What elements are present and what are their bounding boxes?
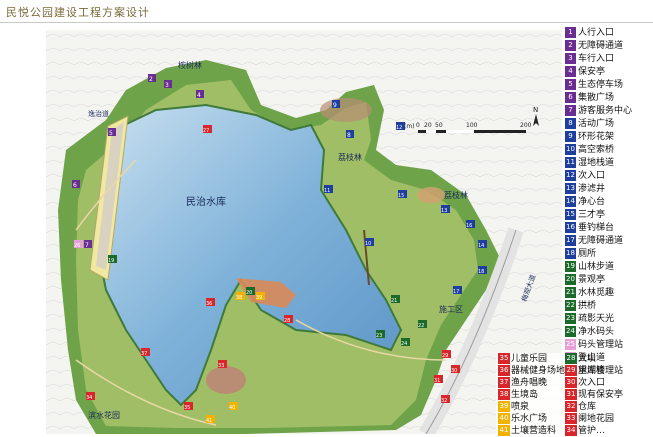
svg-text:30: 30	[451, 368, 457, 374]
marker: 5	[108, 128, 116, 137]
svg-text:(m): (m)	[404, 123, 415, 130]
marker: 38	[236, 292, 245, 301]
svg-text:17: 17	[453, 289, 459, 295]
park-plan-map: 民治水库 桉树林 荔枝林 荔枝林 逸治道 施工区 滨水花园 梅观大道 (m) 0…	[46, 30, 562, 434]
svg-text:38: 38	[236, 295, 242, 301]
svg-text:13: 13	[441, 208, 447, 214]
marker: 21	[391, 295, 400, 304]
marker: 35	[184, 402, 193, 411]
svg-text:100: 100	[466, 122, 478, 129]
svg-text:N: N	[533, 106, 538, 114]
marker: 20	[246, 287, 255, 296]
label-road-1: 逸治道	[88, 109, 109, 118]
marker: 4	[196, 90, 204, 99]
header-divider	[0, 22, 653, 23]
marker: 9	[332, 100, 340, 109]
marker: 18	[478, 266, 487, 275]
svg-text:6: 6	[73, 182, 77, 189]
svg-text:35: 35	[184, 405, 190, 411]
marker: 11	[324, 185, 333, 194]
marker: 27	[203, 125, 212, 134]
marker: 36	[206, 298, 215, 307]
marker: 8	[346, 130, 354, 139]
marker: 19	[108, 255, 117, 264]
marker: 39	[256, 292, 265, 301]
marker: 33	[218, 360, 227, 369]
marker: 30	[451, 365, 460, 374]
marker: 12	[396, 122, 405, 131]
label-construction: 施工区	[439, 304, 463, 314]
svg-text:3: 3	[165, 82, 169, 89]
svg-text:50: 50	[435, 122, 443, 129]
marker: 10	[365, 238, 374, 247]
svg-text:21: 21	[391, 298, 397, 304]
svg-text:11: 11	[324, 188, 330, 194]
svg-text:27: 27	[203, 128, 209, 134]
marker: 22	[418, 320, 427, 329]
svg-text:9: 9	[333, 102, 337, 109]
svg-text:7: 7	[85, 242, 89, 249]
label-garden: 滨水花园	[88, 410, 120, 420]
svg-text:2: 2	[149, 76, 153, 83]
garden-plaza	[206, 366, 246, 394]
svg-text:19: 19	[108, 258, 114, 264]
svg-text:36: 36	[206, 301, 212, 307]
marker: 6	[72, 180, 80, 189]
label-lake: 民治水库	[186, 195, 226, 208]
svg-text:33: 33	[218, 363, 224, 369]
marker: 26	[74, 240, 83, 249]
page-title: 民悦公园建设工程方案设计	[6, 6, 150, 19]
marker: 17	[453, 286, 462, 295]
svg-text:26: 26	[74, 243, 80, 249]
marker: 28	[284, 315, 293, 324]
svg-text:10: 10	[365, 241, 371, 247]
svg-text:12: 12	[396, 125, 402, 131]
marker: 41	[206, 415, 215, 424]
marker: 16	[466, 220, 475, 229]
svg-text:41: 41	[206, 418, 212, 424]
svg-text:0: 0	[416, 122, 420, 129]
marker: 24	[401, 338, 410, 347]
svg-text:28: 28	[284, 318, 290, 324]
marker: 13	[441, 205, 450, 214]
marker: 40	[229, 402, 238, 411]
svg-text:24: 24	[401, 341, 407, 347]
label-grove-2: 荔枝林	[338, 152, 362, 162]
svg-text:31: 31	[434, 378, 440, 384]
label-grove-1: 桉树林	[178, 60, 202, 70]
svg-text:8: 8	[347, 132, 351, 139]
svg-text:15: 15	[398, 193, 404, 199]
svg-text:23: 23	[376, 333, 382, 339]
svg-text:4: 4	[197, 92, 201, 99]
svg-text:29: 29	[442, 353, 448, 359]
marker: 15	[398, 190, 407, 199]
svg-text:37: 37	[141, 351, 147, 357]
svg-text:39: 39	[256, 295, 262, 301]
marker: 14	[478, 240, 487, 249]
svg-text:16: 16	[466, 223, 472, 229]
marker: 31	[434, 375, 443, 384]
svg-text:5: 5	[109, 130, 113, 137]
svg-text:20: 20	[424, 122, 432, 129]
svg-text:34: 34	[86, 395, 92, 401]
svg-text:14: 14	[478, 243, 484, 249]
marker: 7	[84, 240, 92, 249]
svg-text:20: 20	[246, 290, 252, 296]
marker: 32	[441, 395, 450, 404]
svg-text:200: 200	[520, 122, 532, 129]
svg-text:40: 40	[229, 405, 235, 411]
marker: 3	[164, 80, 172, 89]
marker: 23	[376, 330, 385, 339]
marker: 37	[141, 348, 150, 357]
marker: 2	[148, 74, 156, 83]
marker: 34	[86, 392, 95, 401]
marker: 29	[442, 350, 451, 359]
label-grove-3: 荔枝林	[444, 190, 468, 200]
svg-text:32: 32	[441, 398, 447, 404]
svg-text:18: 18	[478, 269, 484, 275]
header-bar: 民悦公园建设工程方案设计	[0, 0, 653, 22]
svg-text:22: 22	[418, 323, 424, 329]
